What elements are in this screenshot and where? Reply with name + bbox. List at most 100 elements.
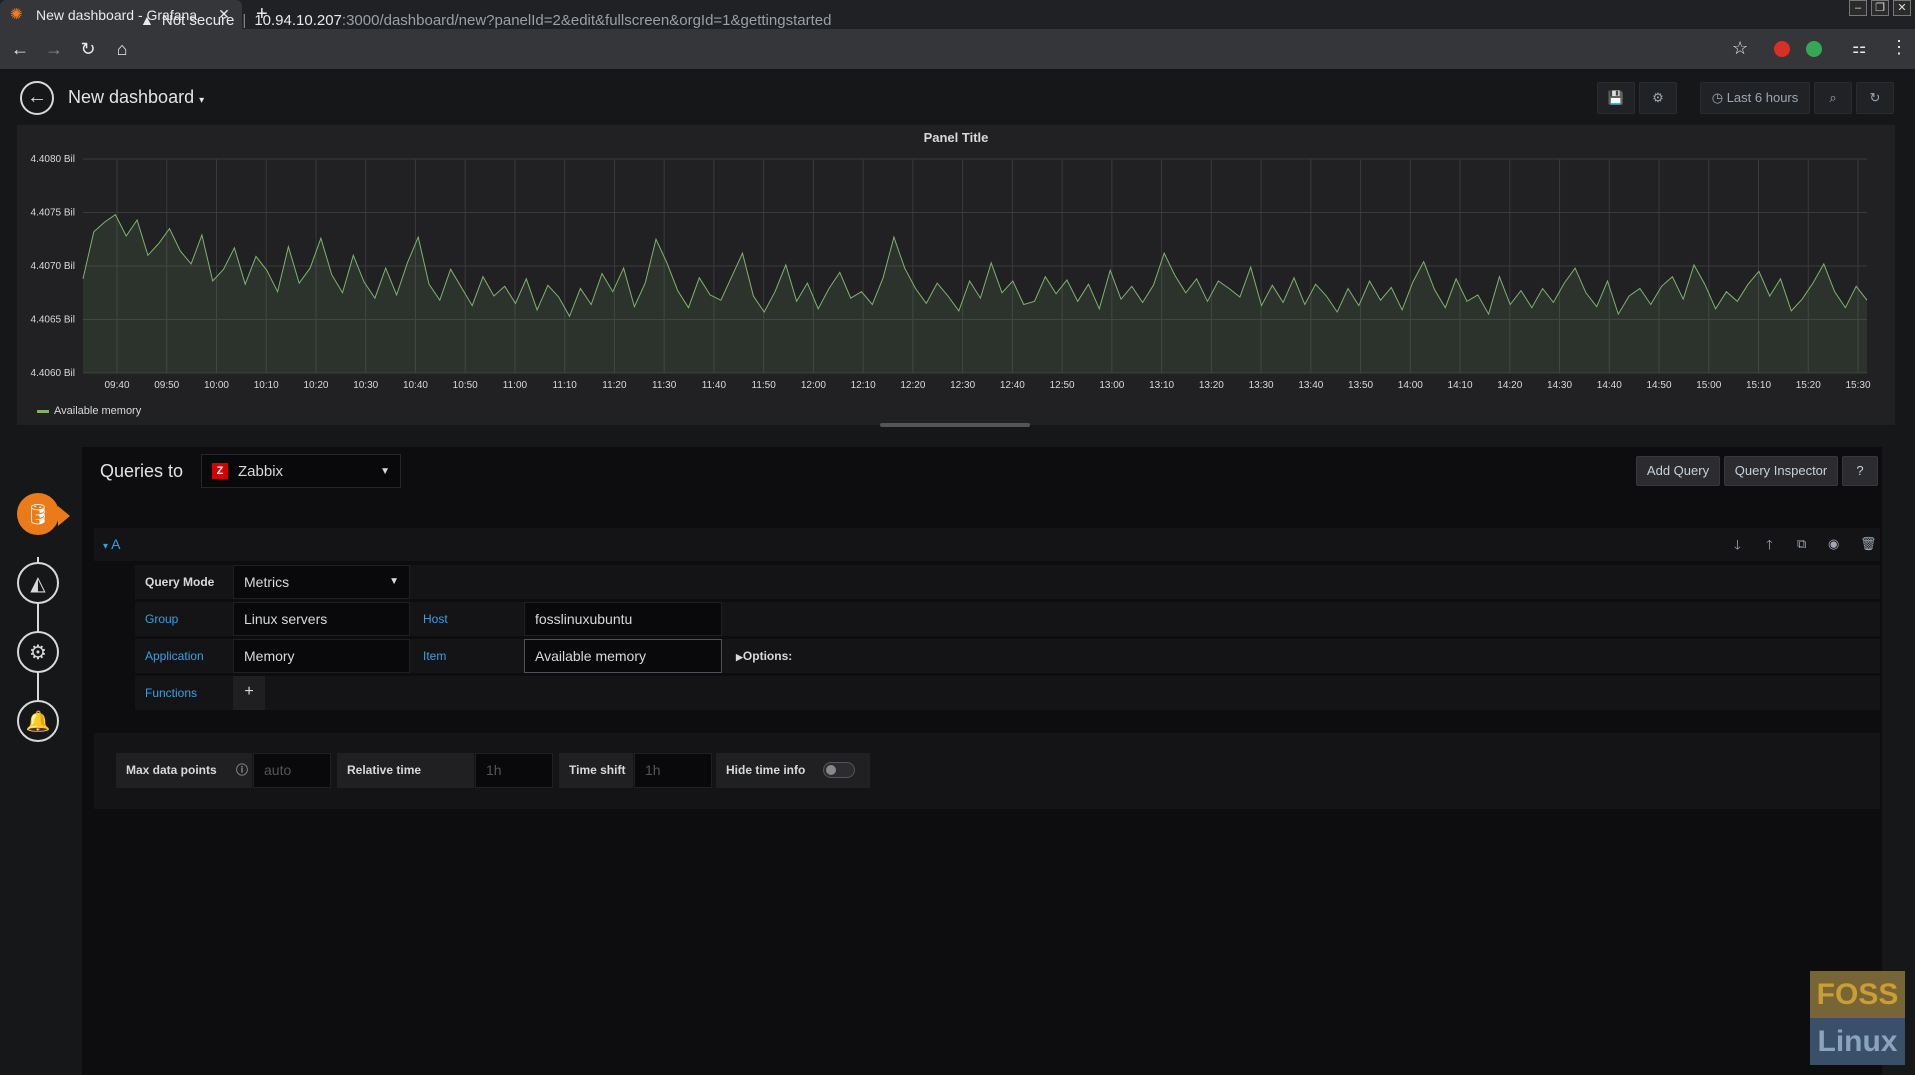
caret-right-icon: ▶ [736, 652, 743, 662]
zabbix-logo-icon: Z [212, 463, 228, 479]
x-tick-label: 10:30 [353, 380, 378, 391]
chevron-down-icon: ▾ [199, 95, 205, 106]
options-toggle[interactable]: ▶Options: [726, 639, 816, 673]
dashboard-title[interactable]: New dashboard ▾ [68, 87, 204, 108]
security-label: Not secure [161, 11, 235, 29]
query-mode-select[interactable]: Metrics ▼ [233, 565, 410, 599]
url-separator: | [242, 11, 247, 29]
functions-label: Functions [145, 686, 198, 700]
settings-button[interactable]: ⚙ [1639, 82, 1677, 114]
restore-icon[interactable]: ❐ [1871, 0, 1889, 16]
bookmark-star-icon[interactable]: ☆ [1732, 38, 1748, 59]
x-tick-label: 10:00 [204, 380, 229, 391]
application-input[interactable]: Memory [233, 639, 410, 673]
x-tick-label: 11:10 [553, 380, 578, 391]
gear-icon: ⚙ [1652, 90, 1664, 105]
window-controls: – ❐ ✕ [1849, 0, 1911, 16]
x-tick-label: 14:20 [1497, 380, 1522, 391]
query-row-toggle[interactable]: ▾ A [103, 536, 121, 552]
max-data-points-input[interactable]: auto [253, 753, 331, 788]
warning-icon: ▲ [140, 12, 154, 28]
item-input[interactable]: Available memory [524, 639, 722, 673]
save-dashboard-button[interactable]: 💾 [1597, 82, 1635, 114]
options-label: Options: [742, 649, 793, 663]
url-path: :3000/dashboard/new?panelId=2&edit&fulls… [341, 11, 832, 29]
browser-menu-icon[interactable]: ⋮ [1890, 37, 1908, 58]
refresh-button[interactable]: ↻ [1856, 82, 1894, 114]
x-tick-label: 10:40 [403, 380, 428, 391]
graph-panel[interactable]: Panel Title 4.4060 Bil 4.4065 Bil 4.4070 B… [17, 125, 1895, 425]
x-tick-label: 10:10 [254, 380, 279, 391]
chevron-down-icon: ▾ [103, 541, 109, 552]
help-button[interactable]: ? [1842, 456, 1878, 486]
y-tick-label: 4.4075 Bil [31, 208, 75, 219]
y-tick-label: 4.4060 Bil [31, 368, 75, 379]
query-mode-label: Query Mode [145, 575, 215, 589]
host-input[interactable]: fosslinuxubuntu [524, 602, 722, 636]
functions-row [135, 676, 1880, 710]
eye-icon[interactable]: ◉ [1828, 536, 1839, 552]
reload-icon[interactable]: ↻ [74, 39, 102, 60]
extension-puzzle-icon[interactable]: ⚏ [1852, 38, 1866, 58]
query-letter: A [111, 536, 121, 552]
x-tick-label: 13:00 [1099, 380, 1124, 391]
add-query-button[interactable]: Add Query [1636, 456, 1720, 486]
panel-resize-handle[interactable] [880, 423, 1030, 427]
add-function-button[interactable]: + [233, 676, 265, 710]
x-tick-label: 13:30 [1249, 380, 1274, 391]
time-picker-button[interactable]: ◷ Last 6 hours [1700, 82, 1810, 114]
general-settings-tab-icon[interactable]: ⚙ [17, 631, 59, 673]
move-down-icon[interactable]: 🡓 [1734, 536, 1741, 558]
alert-tab-icon[interactable]: 🔔 [17, 700, 59, 742]
series-area-fill [83, 214, 1867, 373]
refresh-icon: ↻ [1869, 90, 1881, 105]
grafana-navbar: ← New dashboard ▾ 💾 ⚙ ◷ Last 6 hours ⌕ ↻ [0, 69, 1915, 125]
y-tick-label: 4.4065 Bil [31, 315, 75, 326]
max-data-points-label: Max data points ⓘ [116, 753, 252, 788]
move-up-icon[interactable]: 🡑 [1766, 536, 1773, 558]
x-tick-label: 15:30 [1845, 380, 1870, 391]
y-tick-label: 4.4080 Bil [31, 154, 75, 165]
application-label: Application [145, 649, 204, 663]
x-tick-label: 15:10 [1746, 380, 1771, 391]
trash-icon[interactable]: 🗑 [1860, 536, 1877, 552]
minimize-icon[interactable]: – [1849, 0, 1867, 16]
hide-time-info-toggle[interactable] [823, 762, 855, 778]
queries-tab-icon[interactable]: 🛢 [17, 493, 59, 535]
y-tick-label: 4.4070 Bil [31, 261, 75, 272]
back-arrow-icon[interactable]: ← [6, 39, 34, 60]
url-host: 10.94.10.207 [254, 11, 342, 29]
x-tick-label: 10:50 [453, 380, 478, 391]
datasource-select[interactable]: Z Zabbix ▼ [201, 454, 401, 488]
duplicate-icon[interactable]: ⧉ [1797, 536, 1806, 552]
relative-time-label: Relative time [337, 753, 474, 788]
home-icon[interactable]: ⌂ [108, 39, 136, 60]
x-tick-label: 11:20 [602, 380, 627, 391]
graph-chart[interactable]: 4.4060 Bil 4.4065 Bil 4.4070 Bil 4.4075 Bil… [17, 125, 1895, 425]
x-tick-label: 14:30 [1547, 380, 1572, 391]
query-inspector-button[interactable]: Query Inspector [1724, 456, 1838, 486]
active-tab-arrow [58, 506, 70, 526]
address-bar[interactable]: ▲ Not secure | 10.94.10.207 :3000/dashbo… [140, 7, 1755, 33]
group-input[interactable]: Linux servers [233, 602, 410, 636]
x-tick-label: 11:30 [652, 380, 677, 391]
relative-time-input[interactable]: 1h [475, 753, 553, 788]
visualization-tab-icon[interactable]: ◭ [17, 562, 59, 604]
legend-swatch [37, 409, 49, 413]
extension-red-icon[interactable] [1774, 41, 1790, 57]
info-icon[interactable]: ⓘ [236, 763, 248, 777]
graph-legend[interactable]: Available memory [37, 405, 141, 417]
zoom-out-button[interactable]: ⌕ [1814, 82, 1852, 114]
x-tick-label: 15:20 [1796, 380, 1821, 391]
time-shift-label: Time shift [559, 753, 633, 788]
forward-arrow-icon[interactable]: → [40, 39, 68, 60]
window-close-icon[interactable]: ✕ [1893, 0, 1911, 16]
x-tick-label: 11:50 [752, 380, 777, 391]
time-shift-input[interactable]: 1h [634, 753, 712, 788]
datasource-name: Zabbix [238, 462, 284, 480]
x-tick-label: 14:50 [1647, 380, 1672, 391]
extension-green-icon[interactable] [1806, 41, 1822, 57]
x-tick-label: 12:50 [1050, 380, 1075, 391]
legend-label[interactable]: Available memory [54, 405, 141, 417]
back-to-dashboard-icon[interactable]: ← [20, 81, 54, 115]
